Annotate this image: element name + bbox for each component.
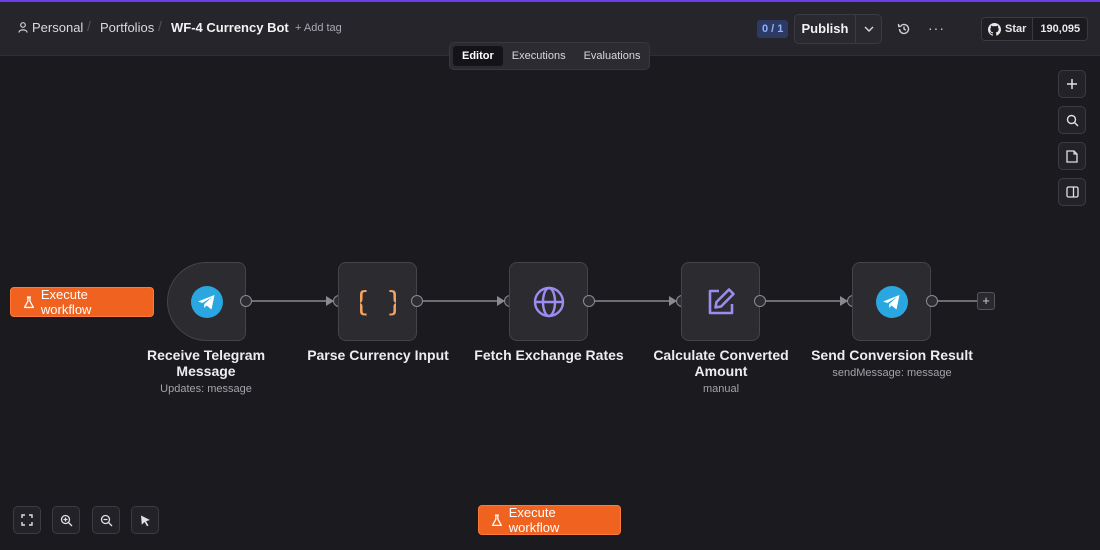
plus-icon: [1067, 79, 1077, 89]
pointer-tool-button[interactable]: [131, 506, 159, 534]
add-next-node-button[interactable]: +: [977, 292, 995, 310]
publish-dropdown-button[interactable]: [855, 15, 881, 43]
connection-line: [766, 300, 844, 302]
panel-toggle-icon: [1065, 186, 1079, 198]
node-label: Parse Currency Input: [307, 347, 449, 363]
node-label: Send Conversion Result: [811, 347, 973, 363]
node-label: Calculate Converted Amount: [653, 347, 789, 379]
node-subtitle: sendMessage: message: [832, 367, 952, 379]
globe-icon: [533, 286, 564, 317]
fit-view-icon: [21, 514, 33, 526]
github-icon: [988, 22, 1001, 36]
node-parse-currency-input[interactable]: { }: [338, 262, 417, 341]
node-send-conversion-result[interactable]: [852, 262, 931, 341]
node-calculate-converted-amount[interactable]: [681, 262, 760, 341]
view-tabs: Editor Executions Evaluations: [449, 42, 650, 70]
chevron-down-icon: [864, 26, 873, 32]
connection-line: [423, 300, 501, 302]
node-receive-telegram-message[interactable]: [167, 262, 246, 341]
add-node-button[interactable]: [1058, 70, 1086, 98]
code-braces-icon: { }: [360, 286, 396, 318]
user-icon: [18, 22, 28, 33]
flask-icon: [23, 295, 35, 308]
svg-text:{ }: { }: [360, 286, 396, 318]
search-nodes-button[interactable]: [1058, 106, 1086, 134]
add-tag-button[interactable]: + Add tag: [295, 22, 342, 34]
connection-line: [594, 300, 672, 302]
edit-icon: [708, 287, 735, 314]
node-subtitle: Updates: message: [160, 383, 252, 395]
publish-button[interactable]: Publish: [795, 15, 855, 43]
tab-evaluations[interactable]: Evaluations: [575, 46, 650, 66]
output-port[interactable]: [583, 295, 595, 307]
node-label: Fetch Exchange Rates: [474, 347, 624, 363]
fit-view-button[interactable]: [13, 506, 41, 534]
breadcrumb-personal[interactable]: Personal: [18, 20, 83, 35]
execute-workflow-button[interactable]: Execute workflow: [10, 287, 154, 317]
pointer-icon: [140, 515, 150, 526]
output-port[interactable]: [926, 295, 938, 307]
zoom-out-button[interactable]: [92, 506, 120, 534]
connection-line: [937, 300, 977, 302]
search-icon: [1066, 114, 1078, 126]
node-fetch-exchange-rates[interactable]: [509, 262, 588, 341]
publish-button-group: Publish: [794, 14, 882, 44]
sticky-note-icon: [1066, 149, 1078, 163]
flask-icon: [491, 513, 502, 526]
telegram-icon: [875, 285, 908, 318]
tab-editor[interactable]: Editor: [453, 46, 503, 66]
node-label: Receive Telegram Message: [146, 347, 266, 379]
output-port[interactable]: [754, 295, 766, 307]
github-star-count: 190,095: [1032, 18, 1088, 40]
connection-line: [251, 300, 329, 302]
version-counter: 0 / 1: [757, 20, 789, 38]
breadcrumb-separator: /: [87, 18, 91, 34]
zoom-in-button[interactable]: [52, 506, 80, 534]
zoom-in-icon: [60, 514, 72, 526]
toggle-panel-button[interactable]: [1058, 178, 1086, 206]
node-subtitle: manual: [702, 383, 740, 395]
github-star-button[interactable]: Star 190,095: [981, 17, 1089, 41]
tab-executions[interactable]: Executions: [503, 46, 575, 66]
telegram-icon: [190, 285, 223, 318]
more-options-icon[interactable]: ···: [928, 20, 945, 36]
add-sticky-note-button[interactable]: [1058, 142, 1086, 170]
breadcrumb-portfolios[interactable]: Portfolios: [100, 20, 154, 35]
output-port[interactable]: [240, 295, 252, 307]
workflow-title[interactable]: WF-4 Currency Bot: [171, 20, 289, 35]
execute-workflow-button-bottom[interactable]: Execute workflow: [478, 505, 621, 535]
zoom-out-icon: [100, 514, 112, 526]
github-star: Star: [982, 18, 1033, 40]
output-port[interactable]: [411, 295, 423, 307]
breadcrumb-separator: /: [158, 18, 162, 34]
history-icon[interactable]: [897, 22, 911, 36]
